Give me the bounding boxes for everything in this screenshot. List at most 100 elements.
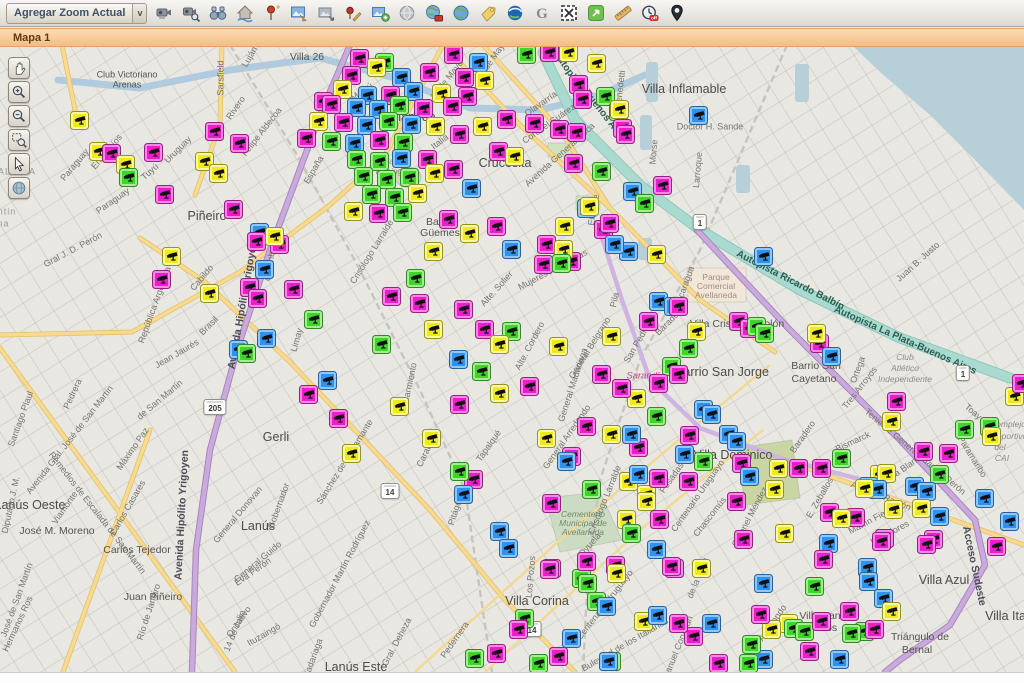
camera-marker[interactable] [917,535,936,554]
camera-marker[interactable] [649,469,668,488]
camera-marker[interactable] [370,131,389,150]
camera-marker[interactable] [410,294,429,313]
dropdown-arrow-icon[interactable]: v [132,4,146,23]
camera-marker[interactable] [422,429,441,448]
camera-marker[interactable] [559,45,578,62]
camera-marker[interactable] [629,465,648,484]
camera-marker[interactable] [529,654,548,672]
camera-marker[interactable] [754,574,773,593]
camera-marker[interactable] [610,100,629,119]
camera-marker[interactable] [755,324,774,343]
camera-marker[interactable] [299,385,318,404]
camera-marker[interactable] [549,647,568,666]
camera-marker[interactable] [152,270,171,289]
camera-marker[interactable] [647,245,666,264]
camera-marker[interactable] [882,412,901,431]
camera-marker[interactable] [987,537,1006,556]
camera-marker[interactable] [955,420,974,439]
camera-marker[interactable] [444,45,463,64]
camera-marker[interactable] [449,350,468,369]
camera-marker[interactable] [639,312,658,331]
camera-marker[interactable] [872,532,891,551]
camera-marker[interactable] [406,269,425,288]
map-canvas[interactable]: Villa 26Club VictorianoArenasVilla Infla… [0,45,1024,672]
camera-marker[interactable] [564,154,583,173]
camera-marker[interactable] [800,642,819,661]
camera-marker[interactable] [573,90,592,109]
camera-marker[interactable] [830,650,849,669]
camera-marker[interactable] [739,654,758,672]
camera-marker[interactable] [490,384,509,403]
camera-marker[interactable] [247,232,266,251]
camera-marker[interactable] [1012,374,1024,393]
google-g-icon[interactable]: G [531,2,553,24]
camera-marker[interactable] [647,540,666,559]
camera-marker[interactable] [465,649,484,668]
map-image-icon[interactable] [315,2,337,24]
camera-marker[interactable] [727,492,746,511]
camera-marker[interactable] [497,110,516,129]
camera-marker[interactable] [914,442,933,461]
camera-marker[interactable] [200,284,219,303]
camera-marker[interactable] [884,500,903,519]
camera-marker[interactable] [680,426,699,445]
camera-marker[interactable] [635,194,654,213]
camera-marker[interactable] [727,432,746,451]
camera-marker[interactable] [119,168,138,187]
camera-marker[interactable] [265,227,284,246]
camera-marker[interactable] [425,164,444,183]
camera-marker[interactable] [789,459,808,478]
camera-marker[interactable] [669,614,688,633]
camera-marker[interactable] [255,260,274,279]
camera-marker[interactable] [592,162,611,181]
camera-marker[interactable] [637,492,656,511]
camera-marker[interactable] [304,310,323,329]
camera-marker[interactable] [70,111,89,130]
camera-marker[interactable] [912,499,931,518]
camera-marker[interactable] [887,392,906,411]
camera-marker[interactable] [460,224,479,243]
pushpin-add-icon[interactable] [261,2,283,24]
camera-marker[interactable] [390,397,409,416]
camera-marker[interactable] [597,597,616,616]
zoom-window-button[interactable] [8,129,30,151]
camera-marker[interactable] [822,347,841,366]
camera-marker[interactable] [622,425,641,444]
camera-marker[interactable] [450,462,469,481]
camera-marker[interactable] [740,467,759,486]
camera-marker[interactable] [754,247,773,266]
camera-marker[interactable] [930,507,949,526]
camera-marker[interactable] [209,164,228,183]
globe-stamp-icon[interactable] [423,2,445,24]
camera-marker[interactable] [342,444,361,463]
camera-marker[interactable] [832,449,851,468]
camera-marker[interactable] [679,472,698,491]
binoculars-icon[interactable] [207,2,229,24]
camera-marker[interactable] [450,125,469,144]
camera-marker[interactable] [552,254,571,273]
camera-marker[interactable] [982,427,1001,446]
camera-marker[interactable] [205,122,224,141]
camera-marker[interactable] [369,204,388,223]
camera-marker[interactable] [694,452,713,471]
camera-marker[interactable] [599,652,618,671]
camera-zoom-icon[interactable] [180,2,202,24]
camera-marker[interactable] [224,200,243,219]
camera-marker[interactable] [490,335,509,354]
camera-marker[interactable] [692,559,711,578]
camera-marker[interactable] [462,179,481,198]
camera-marker[interactable] [662,557,681,576]
camera-marker[interactable] [475,71,494,90]
camera-marker[interactable] [454,300,473,319]
camera-marker[interactable] [502,240,521,259]
camera-marker[interactable] [505,147,524,166]
camera-marker[interactable] [769,459,788,478]
camera-marker[interactable] [537,429,556,448]
camera-marker[interactable] [248,289,267,308]
google-earth-icon[interactable] [504,2,526,24]
camera-marker[interactable] [322,132,341,151]
camera-marker[interactable] [855,479,874,498]
home-zoom-icon[interactable] [234,2,256,24]
camera-marker[interactable] [865,620,884,639]
camera-marker[interactable] [454,485,473,504]
